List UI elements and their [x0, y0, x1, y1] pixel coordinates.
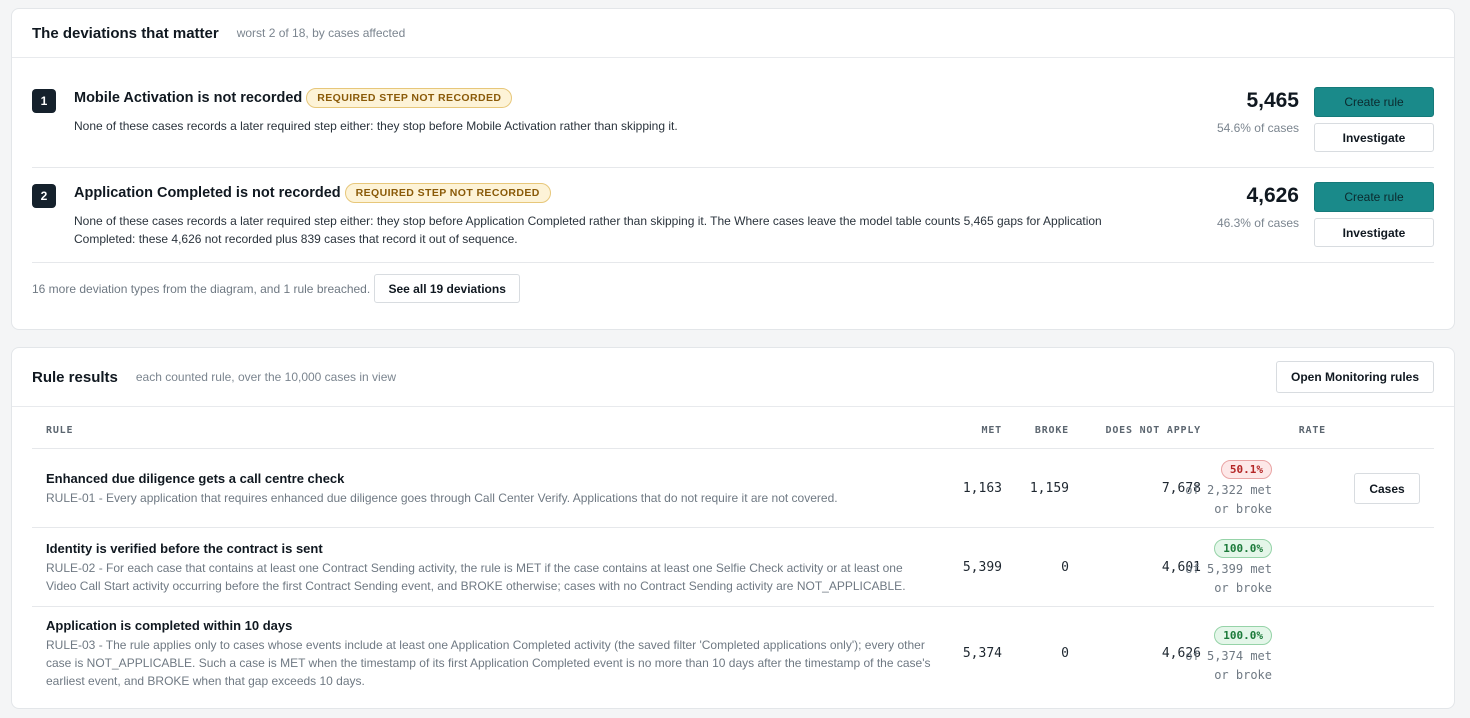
met-count: 5,399	[962, 560, 1002, 575]
deviation-type-badge: REQUIRED STEP NOT RECORDED	[344, 183, 551, 203]
deviation-description: None of these cases records a later requ…	[74, 119, 678, 133]
table-row: Identity is verified before the contract…	[32, 528, 1434, 607]
rate-badge: 100.0%	[1214, 539, 1272, 558]
deviations-footer-text: 16 more deviation types from the diagram…	[32, 281, 371, 296]
table-header-row: RULE MET BROKE DOES NOT APPLY RATE	[32, 407, 1434, 449]
deviation-type-badge: REQUIRED STEP NOT RECORDED	[306, 88, 513, 108]
cases-button[interactable]: Cases	[1354, 473, 1420, 504]
column-header-rule: RULE	[46, 425, 74, 436]
open-monitoring-rules-button[interactable]: Open Monitoring rules	[1276, 361, 1434, 393]
rule-results-header: Rule results each counted rule, over the…	[12, 348, 1454, 407]
deviation-item: 2 Application Completed is not recorded …	[32, 182, 1434, 263]
create-rule-button[interactable]: Create rule	[1314, 182, 1434, 212]
rule-description: RULE-02 - For each case that contains at…	[46, 561, 906, 593]
rate-note: of 2,322 met or broke	[1185, 483, 1272, 516]
table-row: Enhanced due diligence gets a call centr…	[32, 449, 1434, 528]
rule-description: RULE-01 - Every application that require…	[46, 491, 838, 505]
broke-count: 1,159	[1029, 481, 1069, 496]
rate-note: of 5,399 met or broke	[1185, 562, 1272, 595]
deviation-title: Application Completed is not recorded	[74, 185, 341, 201]
rate-badge: 100.0%	[1214, 626, 1272, 645]
table-row: Application is completed within 10 days …	[32, 607, 1434, 697]
rule-description: RULE-03 - The rule applies only to cases…	[46, 638, 931, 688]
rule-results-title: Rule results	[32, 368, 118, 386]
deviation-item: 1 Mobile Activation is not recorded REQU…	[32, 87, 1434, 168]
deviation-percent: 46.3% of cases	[1216, 216, 1299, 230]
deviations-footer: 16 more deviation types from the diagram…	[32, 274, 521, 303]
investigate-button[interactable]: Investigate	[1314, 218, 1434, 247]
broke-count: 0	[1061, 646, 1069, 661]
column-header-met: MET	[981, 425, 1002, 436]
deviations-card: The deviations that matter worst 2 of 18…	[11, 8, 1455, 330]
rule-name: Application is completed within 10 days	[46, 618, 293, 633]
met-count: 5,374	[962, 646, 1002, 661]
broke-count: 0	[1061, 560, 1069, 575]
deviations-title: The deviations that matter	[32, 24, 219, 42]
rate-badge: 50.1%	[1220, 460, 1272, 479]
deviation-count: 5,465	[1246, 89, 1299, 112]
deviations-subtitle: worst 2 of 18, by cases affected	[236, 26, 406, 40]
rule-name: Identity is verified before the contract…	[46, 541, 323, 556]
see-all-deviations-button[interactable]: See all 19 deviations	[374, 274, 521, 303]
column-header-rate: RATE	[1298, 425, 1326, 436]
column-header-does-not-apply: DOES NOT APPLY	[1105, 425, 1201, 436]
column-header-broke: BROKE	[1034, 425, 1069, 436]
rate-note: of 5,374 met or broke	[1185, 649, 1272, 682]
deviation-description: None of these cases records a later requ…	[74, 214, 1102, 246]
deviation-percent: 54.6% of cases	[1216, 121, 1299, 135]
rule-results-subtitle: each counted rule, over the 10,000 cases…	[135, 370, 397, 384]
rule-name: Enhanced due diligence gets a call centr…	[46, 471, 345, 486]
create-rule-button[interactable]: Create rule	[1314, 87, 1434, 117]
investigate-button[interactable]: Investigate	[1314, 123, 1434, 152]
deviation-count: 4,626	[1246, 184, 1299, 207]
deviation-rank: 2	[32, 184, 56, 208]
met-count: 1,163	[962, 481, 1002, 496]
rule-results-table: RULE MET BROKE DOES NOT APPLY RATE Enhan…	[32, 407, 1434, 697]
rule-results-card: Rule results each counted rule, over the…	[11, 347, 1455, 709]
deviation-rank: 1	[32, 89, 56, 113]
deviation-title: Mobile Activation is not recorded	[74, 90, 303, 106]
deviations-header: The deviations that matter worst 2 of 18…	[12, 9, 1454, 58]
